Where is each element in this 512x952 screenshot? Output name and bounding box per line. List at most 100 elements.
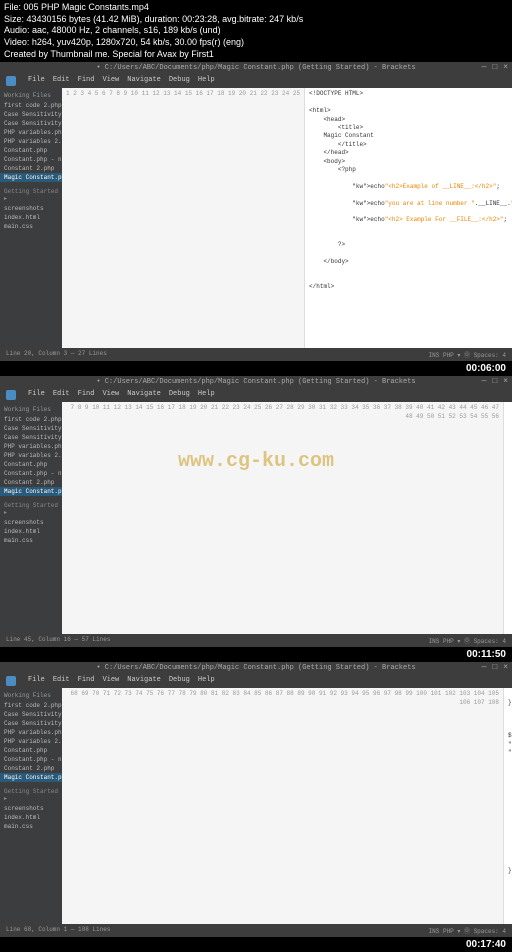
- status-left: Line 68, Column 1 — 108 Lines: [6, 926, 110, 935]
- menu-view[interactable]: View: [102, 676, 119, 686]
- sidebar-item-7[interactable]: Constant 2.php: [0, 764, 62, 773]
- sidebar-extra-1[interactable]: index.html: [0, 527, 62, 536]
- sidebar-item-5[interactable]: Constant.php: [0, 146, 62, 155]
- created-line: Created by Thumbnail me. Special for Ava…: [4, 49, 508, 61]
- sidebar: Working Filesfirst code 2.phpCase Sensit…: [0, 688, 62, 924]
- sidebar-extra-0[interactable]: screenshots: [0, 518, 62, 527]
- menu-bar: File Edit Find View Navigate Debug Help: [0, 74, 512, 88]
- menu-find[interactable]: Find: [78, 676, 95, 686]
- sidebar-item-3[interactable]: PHP variables.php: [0, 128, 62, 137]
- minimize-button[interactable]: —: [482, 663, 487, 672]
- menu-help[interactable]: Help: [198, 390, 215, 400]
- getting-started-header[interactable]: Getting Started ▸: [0, 500, 62, 518]
- sidebar-extra-2[interactable]: main.css: [0, 222, 62, 231]
- status-bar: Line 45, Column 16 — 57 Lines INS PHP ▾ …: [0, 634, 512, 647]
- brackets-icon: [6, 676, 16, 686]
- sidebar-item-2[interactable]: Case Sensitivity 2.php: [0, 119, 62, 128]
- sidebar-extra-0[interactable]: screenshots: [0, 204, 62, 213]
- maximize-button[interactable]: □: [492, 377, 497, 386]
- sidebar-item-3[interactable]: PHP variables.php: [0, 442, 62, 451]
- code-area[interactable]: 1 2 3 4 5 6 7 8 9 10 11 12 13 14 15 16 1…: [62, 88, 512, 348]
- status-left: Line 45, Column 16 — 57 Lines: [6, 636, 110, 645]
- sidebar-item-7[interactable]: Constant 2.php: [0, 164, 62, 173]
- sidebar-item-2[interactable]: Case Sensitivity 2.php: [0, 433, 62, 442]
- maximize-button[interactable]: □: [492, 63, 497, 72]
- sidebar-extra-0[interactable]: screenshots: [0, 804, 62, 813]
- line-numbers: 1 2 3 4 5 6 7 8 9 10 11 12 13 14 15 16 1…: [62, 88, 305, 348]
- code-area[interactable]: 7 8 9 10 11 12 13 14 15 16 17 18 19 20 2…: [62, 402, 512, 634]
- close-button[interactable]: ×: [503, 63, 508, 72]
- status-bar: Line 68, Column 1 — 108 Lines INS PHP ▾ …: [0, 924, 512, 937]
- working-files-header: Working Files: [0, 404, 62, 415]
- minimize-button[interactable]: —: [482, 63, 487, 72]
- sidebar-item-1[interactable]: Case Sensitivity.php: [0, 110, 62, 119]
- menu-edit[interactable]: Edit: [53, 76, 70, 86]
- sidebar-extra-1[interactable]: index.html: [0, 813, 62, 822]
- getting-started-header[interactable]: Getting Started ▸: [0, 186, 62, 204]
- menu-debug[interactable]: Debug: [169, 390, 190, 400]
- sidebar-item-7[interactable]: Constant 2.php: [0, 478, 62, 487]
- sidebar-item-0[interactable]: first code 2.php: [0, 701, 62, 710]
- title-path: • C:/Users/ABC/Documents/php/Magic Const…: [96, 64, 415, 72]
- sidebar-extra-1[interactable]: index.html: [0, 213, 62, 222]
- menu-edit[interactable]: Edit: [53, 676, 70, 686]
- sidebar-item-3[interactable]: PHP variables.php: [0, 728, 62, 737]
- sidebar-item-6[interactable]: Constant.php - new: [0, 755, 62, 764]
- code-area[interactable]: 68 69 70 71 72 73 74 75 76 77 78 79 80 8…: [62, 688, 512, 924]
- menu-debug[interactable]: Debug: [169, 76, 190, 86]
- title-path: • C:/Users/ABC/Documents/php/Magic Const…: [96, 378, 415, 386]
- line-numbers: 7 8 9 10 11 12 13 14 15 16 17 18 19 20 2…: [62, 402, 504, 634]
- menu-file[interactable]: File: [28, 76, 45, 86]
- sidebar-item-0[interactable]: first code 2.php: [0, 415, 62, 424]
- status-right: INS PHP ▾ Ⓞ Spaces: 4: [429, 350, 506, 359]
- sidebar-item-8[interactable]: Magic Constant.php: [0, 173, 62, 182]
- video-line: Video: h264, yuv420p, 1280x720, 54 kb/s,…: [4, 37, 508, 49]
- menu-help[interactable]: Help: [198, 676, 215, 686]
- sidebar-item-2[interactable]: Case Sensitivity 2.php: [0, 719, 62, 728]
- timestamp-2: 00:17:40: [0, 937, 512, 952]
- sidebar-item-8[interactable]: Magic Constant.php: [0, 773, 62, 782]
- menu-navigate[interactable]: Navigate: [127, 76, 161, 86]
- sidebar: Working Filesfirst code 2.phpCase Sensit…: [0, 88, 62, 348]
- sidebar-item-1[interactable]: Case Sensitivity.php: [0, 710, 62, 719]
- sidebar-item-5[interactable]: Constant.php: [0, 746, 62, 755]
- menu-file[interactable]: File: [28, 390, 45, 400]
- code-content[interactable]: } } $obj = "kw">new second; $b->test_fir…: [504, 688, 512, 924]
- maximize-button[interactable]: □: [492, 663, 497, 672]
- status-right: INS PHP ▾ Ⓞ Spaces: 4: [429, 636, 506, 645]
- menu-find[interactable]: Find: [78, 76, 95, 86]
- sidebar-extra-2[interactable]: main.css: [0, 822, 62, 831]
- sidebar-item-4[interactable]: PHP variables 2.php: [0, 451, 62, 460]
- menu-navigate[interactable]: Navigate: [127, 676, 161, 686]
- code-content[interactable]: <!DOCTYPE HTML> <html> <head> <title> Ma…: [305, 88, 512, 348]
- sidebar-item-4[interactable]: PHP variables 2.php: [0, 137, 62, 146]
- status-right: INS PHP ▾ Ⓞ Spaces: 4: [429, 926, 506, 935]
- code-content[interactable]: </head> <body> <?php "kw">echo"<h2>Examp…: [504, 402, 512, 634]
- close-button[interactable]: ×: [503, 663, 508, 672]
- editor-frame-2: • C:/Users/ABC/Documents/php/Magic Const…: [0, 662, 512, 937]
- sidebar-item-4[interactable]: PHP variables 2.php: [0, 737, 62, 746]
- sidebar-item-1[interactable]: Case Sensitivity.php: [0, 424, 62, 433]
- sidebar-item-6[interactable]: Constant.php - new: [0, 155, 62, 164]
- menu-help[interactable]: Help: [198, 76, 215, 86]
- menu-navigate[interactable]: Navigate: [127, 390, 161, 400]
- editor-body: Working Filesfirst code 2.phpCase Sensit…: [0, 88, 512, 348]
- sidebar-item-5[interactable]: Constant.php: [0, 460, 62, 469]
- sidebar-item-8[interactable]: Magic Constant.php: [0, 487, 62, 496]
- close-button[interactable]: ×: [503, 377, 508, 386]
- menu-file[interactable]: File: [28, 676, 45, 686]
- sidebar-item-0[interactable]: first code 2.php: [0, 101, 62, 110]
- menu-bar: File Edit Find View Navigate Debug Help: [0, 388, 512, 402]
- menu-bar: File Edit Find View Navigate Debug Help: [0, 674, 512, 688]
- sidebar-item-6[interactable]: Constant.php - new: [0, 469, 62, 478]
- minimize-button[interactable]: —: [482, 377, 487, 386]
- video-metadata: File: 005 PHP Magic Constants.mp4 Size: …: [0, 0, 512, 62]
- editor-frame-0: • C:/Users/ABC/Documents/php/Magic Const…: [0, 62, 512, 361]
- sidebar-extra-2[interactable]: main.css: [0, 536, 62, 545]
- menu-view[interactable]: View: [102, 76, 119, 86]
- getting-started-header[interactable]: Getting Started ▸: [0, 786, 62, 804]
- menu-view[interactable]: View: [102, 390, 119, 400]
- menu-find[interactable]: Find: [78, 390, 95, 400]
- menu-debug[interactable]: Debug: [169, 676, 190, 686]
- menu-edit[interactable]: Edit: [53, 390, 70, 400]
